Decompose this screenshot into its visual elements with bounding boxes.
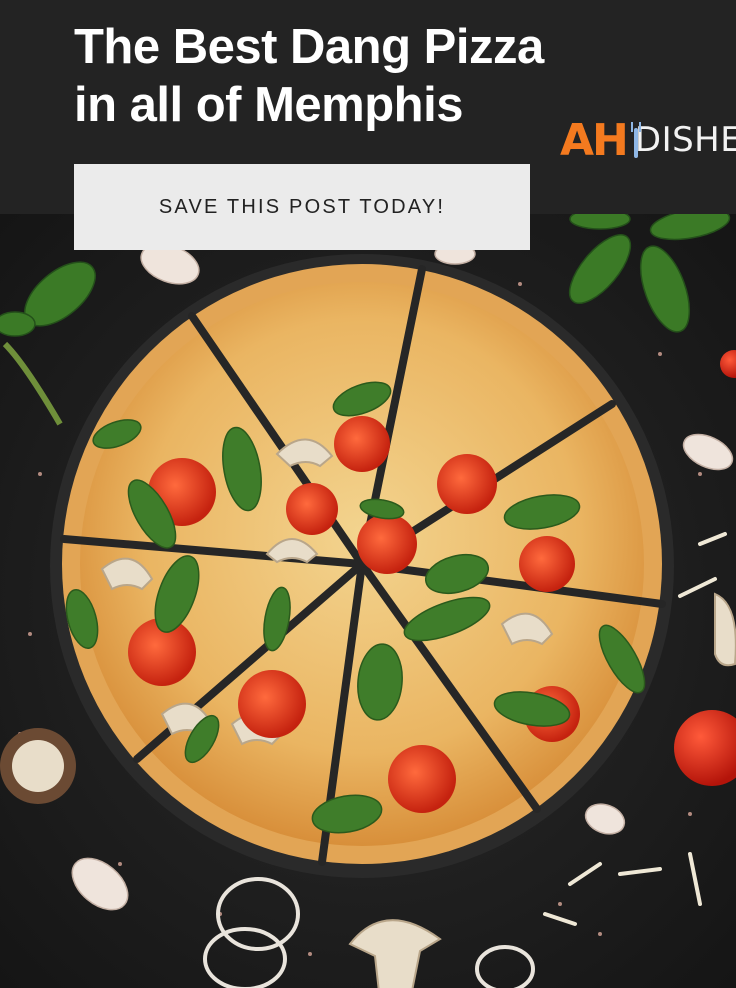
brand-logo[interactable]: AH DISHES xyxy=(560,110,736,170)
page-title: The Best Dang Pizza in all of Memphis xyxy=(74,18,574,134)
pizza-photo xyxy=(0,214,736,988)
title-line-2: in all of Memphis xyxy=(74,78,463,132)
pizza-illustration xyxy=(0,214,736,988)
logo-dishes-text: DISHES xyxy=(634,120,736,160)
logo-ah-text: AH xyxy=(560,114,629,166)
title-line-1: The Best Dang Pizza xyxy=(74,20,544,74)
save-post-button[interactable]: SAVE THIS POST TODAY! xyxy=(74,164,530,250)
